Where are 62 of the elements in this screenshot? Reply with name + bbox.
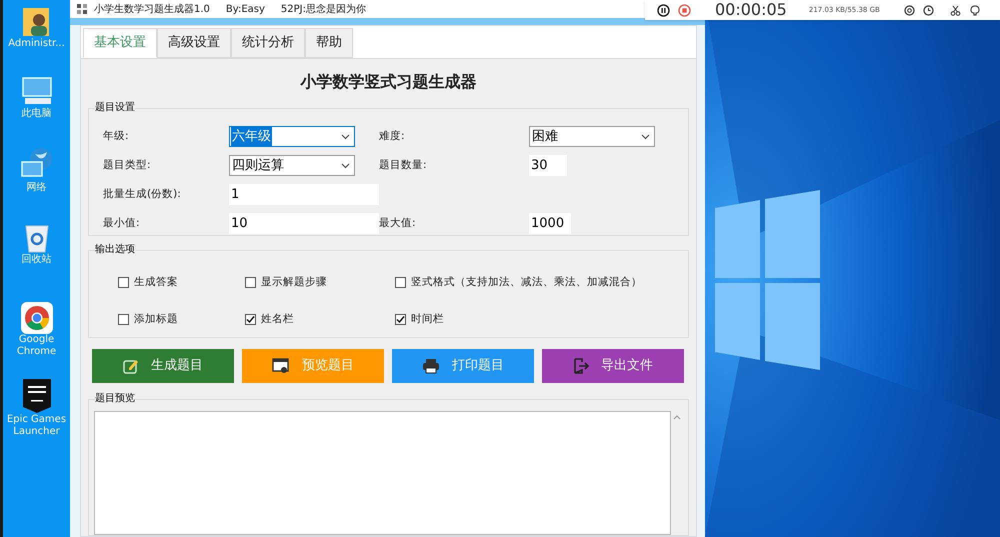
checkbox-label: 时间栏 [411, 312, 444, 327]
desktop-icon-label[interactable]: Google Chrome [4, 334, 70, 358]
dropdown[interactable]: 困难 [529, 126, 655, 147]
export-file-icon [573, 358, 589, 374]
desktop-icon-label[interactable]: 此电脑 [22, 108, 52, 120]
window-title: 小学生数学习题生成器1.0 [94, 2, 210, 16]
field-label: 最大值: [379, 216, 417, 231]
input-field[interactable]: 1 [229, 184, 379, 205]
shield-logo-icon [22, 378, 52, 414]
checkbox[interactable] [245, 277, 256, 288]
checkbox[interactable] [395, 314, 406, 326]
clock-icon[interactable] [922, 4, 934, 16]
edit-icon [123, 358, 139, 374]
checkbox[interactable] [118, 277, 129, 288]
group-title: 输出选项 [95, 244, 135, 256]
action-button[interactable]: 打印题目 [392, 349, 534, 383]
recording-time: 00:00:05 [715, 0, 787, 21]
dropdown[interactable]: 四则运算 [229, 155, 355, 176]
checkbox-label: 竖式格式（支持加法、减法、乘法、加减混合） [411, 275, 642, 290]
scissors-icon[interactable] [950, 4, 961, 16]
checkbox-label: 添加标题 [134, 312, 178, 327]
checkbox-label: 生成答案 [134, 275, 178, 290]
group-title: 题目设置 [95, 102, 135, 114]
window-credit: 52PJ:思念是因为你 [280, 2, 366, 16]
chevron-down-icon [341, 134, 350, 140]
tab[interactable]: 基本设置 [83, 28, 157, 58]
input-field[interactable]: 1000 [529, 213, 572, 234]
desktop-icon-label[interactable]: Epic Games Launcher [4, 414, 70, 438]
desktop-icon-label[interactable]: 回收站 [22, 254, 52, 266]
desktop-icon-label[interactable]: Administr... [8, 38, 65, 50]
input-field[interactable]: 30 [529, 155, 567, 176]
checkbox[interactable] [245, 314, 256, 326]
page-heading: 小学数学竖式习题生成器 [299, 71, 478, 93]
field-label: 题目类型: [103, 158, 152, 173]
dropdown[interactable]: 六年级 [229, 126, 355, 147]
action-button[interactable]: 生成题目 [92, 349, 234, 383]
field-label: 题目数量: [379, 158, 428, 173]
tab[interactable]: 统计分析 [231, 28, 305, 58]
settings-icon[interactable] [904, 4, 915, 16]
field-label: 难度: [379, 128, 406, 144]
checkbox-label: 姓名栏 [261, 312, 294, 327]
field-label: 最小值: [103, 216, 141, 231]
action-button[interactable]: 导出文件 [542, 349, 684, 383]
group-title: 题目预览 [95, 393, 135, 405]
field-label: 年级: [103, 128, 130, 144]
printer-icon [422, 358, 440, 374]
window-author: By:Easy [226, 2, 265, 16]
window-preview-icon [272, 358, 290, 374]
checkbox-label: 显示解题步骤 [261, 275, 327, 290]
app-icon [76, 3, 88, 15]
tab[interactable]: 高级设置 [157, 28, 231, 58]
checkbox[interactable] [395, 277, 406, 288]
checkbox[interactable] [118, 314, 129, 326]
input-field[interactable]: 10 [229, 213, 379, 234]
chrome-icon [20, 302, 52, 334]
field-label: 批量生成(份数): [103, 186, 182, 202]
stop-icon[interactable] [678, 4, 691, 16]
tab[interactable]: 帮助 [305, 28, 353, 58]
pause-icon[interactable] [657, 4, 670, 16]
chevron-down-icon [641, 134, 650, 140]
desktop-icon-label[interactable]: 网络 [26, 182, 46, 194]
chevron-down-icon [341, 162, 350, 168]
